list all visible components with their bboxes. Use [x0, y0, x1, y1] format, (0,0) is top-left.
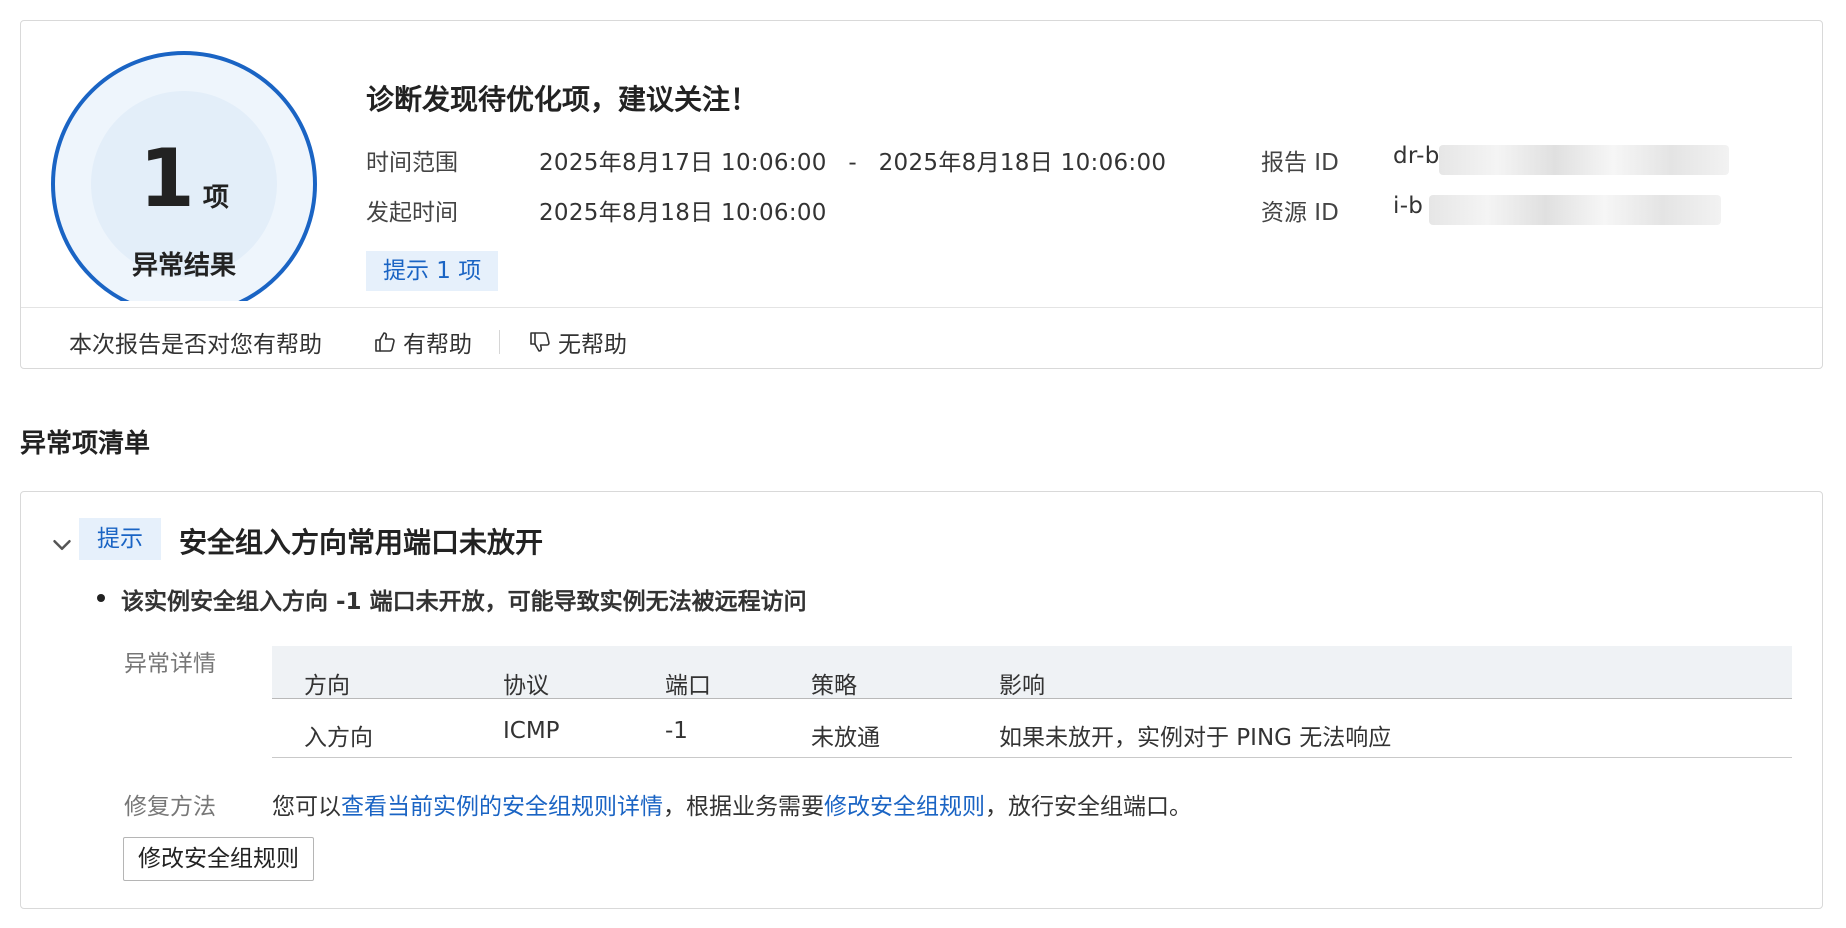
detail-label: 异常详情: [124, 651, 216, 677]
anomaly-detail-table: 方向 协议 端口 策略 影响 入方向 ICMP -1 未放通 如果未放开，实例对…: [272, 646, 1792, 758]
table-row: 入方向 ICMP -1 未放通 如果未放开，实例对于 PING 无法响应: [272, 699, 1792, 758]
start-time-value: 2025年8月18日 10:06:00: [539, 200, 827, 226]
column-header-port: 端口: [665, 673, 711, 699]
column-header-impact: 影响: [999, 673, 1045, 699]
table-header: 方向 协议 端口 策略 影响: [272, 646, 1792, 699]
issue-description: 该实例安全组入方向 -1 端口未开放，可能导致实例无法被远程访问: [121, 589, 807, 615]
fix-text-part-3: ，放行安全组端口。: [985, 794, 1192, 820]
modify-security-group-rules-link[interactable]: 修改安全组规则: [824, 794, 985, 820]
time-range-start: 2025年8月17日 10:06:00: [539, 150, 827, 176]
column-header-policy: 策略: [811, 673, 857, 699]
anomaly-item-card: 提示 安全组入方向常用端口未放开 该实例安全组入方向 -1 端口未开放，可能导致…: [20, 491, 1823, 909]
time-range-separator: -: [848, 150, 857, 176]
column-header-protocol: 协议: [503, 673, 549, 699]
cell-impact: 如果未放开，实例对于 PING 无法响应: [999, 725, 1392, 751]
time-range-end: 2025年8月18日 10:06:00: [878, 150, 1167, 176]
view-security-group-rules-link[interactable]: 查看当前实例的安全组规则详情: [341, 794, 663, 820]
column-header-direction: 方向: [304, 673, 350, 699]
fix-method-label: 修复方法: [124, 794, 216, 820]
thumbs-down-icon: [530, 332, 550, 352]
report-id-label: 报告 ID: [1261, 150, 1339, 176]
tip-count-badge[interactable]: 提示 1 项: [366, 251, 499, 291]
severity-badge: 提示: [79, 518, 161, 560]
cell-protocol: ICMP: [503, 718, 560, 744]
fix-text-part-2: ，根据业务需要: [663, 794, 824, 820]
feedback-question: 本次报告是否对您有帮助: [69, 332, 322, 358]
cell-policy: 未放通: [811, 725, 880, 751]
unhelpful-label: 无帮助: [558, 332, 627, 358]
resource-id-label: 资源 ID: [1261, 200, 1339, 226]
time-range-label: 时间范围: [366, 150, 458, 176]
bullet-dot: [97, 594, 105, 602]
helpful-label: 有帮助: [403, 332, 472, 358]
report-id-value[interactable]: dr-b: [1393, 143, 1440, 169]
diagnosis-summary-card: 1项 异常结果 诊断发现待优化项，建议关注！ 时间范围 2025年8月17日 1…: [20, 20, 1823, 369]
issue-title: 安全组入方向常用端口未放开: [179, 526, 544, 559]
chevron-down-icon[interactable]: [47, 530, 77, 560]
gauge-value: 1项: [51, 139, 317, 219]
anomaly-count-gauge: 1项 异常结果: [51, 51, 331, 301]
start-time-label: 发起时间: [366, 200, 458, 226]
anomaly-list-title: 异常项清单: [20, 429, 151, 459]
time-range-value: 2025年8月17日 10:06:00 - 2025年8月18日 10:06:0…: [539, 143, 1166, 177]
summary-title: 诊断发现待优化项，建议关注！: [366, 83, 759, 116]
thumbs-up-icon: [375, 332, 395, 352]
helpful-button[interactable]: 有帮助: [373, 325, 472, 359]
cell-direction: 入方向: [304, 725, 373, 751]
cell-port: -1: [665, 718, 688, 744]
redacted-resource-id: [1429, 195, 1721, 225]
modify-security-group-rules-button[interactable]: 修改安全组规则: [123, 837, 314, 881]
fix-method-text: 您可以查看当前实例的安全组规则详情，根据业务需要修改安全组规则，放行安全组端口。: [272, 787, 1192, 821]
anomaly-count: 1: [139, 132, 195, 225]
fix-text-part-1: 您可以: [272, 794, 341, 820]
anomaly-count-label: 异常结果: [131, 251, 236, 281]
resource-id-value[interactable]: i-b: [1393, 193, 1423, 219]
unhelpful-button[interactable]: 无帮助: [528, 325, 627, 359]
feedback-bar: 本次报告是否对您有帮助 有帮助 无帮助: [21, 307, 1822, 368]
anomaly-count-unit: 项: [202, 183, 229, 213]
redacted-report-id: [1439, 145, 1729, 175]
feedback-divider: [499, 330, 500, 354]
